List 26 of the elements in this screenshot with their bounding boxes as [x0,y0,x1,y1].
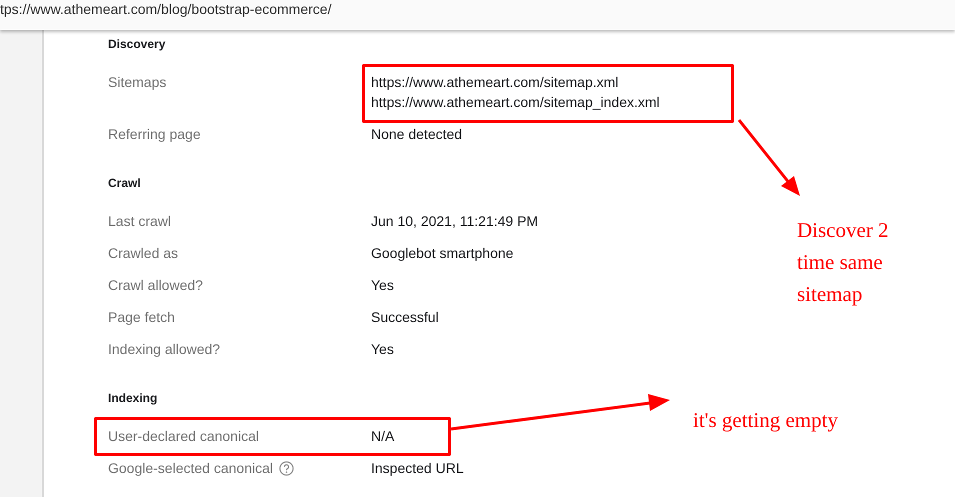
field-value: Googlebot smartphone [371,244,514,263]
field-label: Google-selected canonical [108,459,273,477]
section-heading: Crawl [108,175,142,191]
field-value: Jun 10, 2021, 11:21:49 PM [371,212,538,231]
annotation-note: Discover 2 time same sitemap [797,217,890,308]
field-label: Sitemaps [108,73,166,91]
field-label: Crawl allowed? [108,276,203,294]
annotation-note: it's getting empty [693,407,839,434]
field-value: Yes [371,340,394,359]
page-url: tps://www.athemeart.com/blog/bootstrap-ecommerce/ [0,1,332,17]
field-value: https://www.athemeart.com/sitemap.xml [371,73,620,92]
field-value: Successful [371,308,439,327]
field-label: Crawled as [108,244,178,262]
help-icon[interactable] [279,461,294,476]
field-value: N/A [371,427,394,446]
field-value: https://www.athemeart.com/sitemap_index.xml [371,93,660,112]
field-label: Last crawl [108,212,172,230]
field-value: None detected [371,125,462,144]
field-label: Indexing allowed? [108,340,220,358]
field-value: Inspected URL [371,459,464,478]
section-heading: Indexing [108,390,158,406]
field-label: Page fetch [108,308,175,326]
field-label: User-declared canonical [108,427,259,445]
field-label: Referring page [108,125,201,143]
section-heading: Discovery [108,36,166,52]
field-value: Yes [371,276,394,295]
